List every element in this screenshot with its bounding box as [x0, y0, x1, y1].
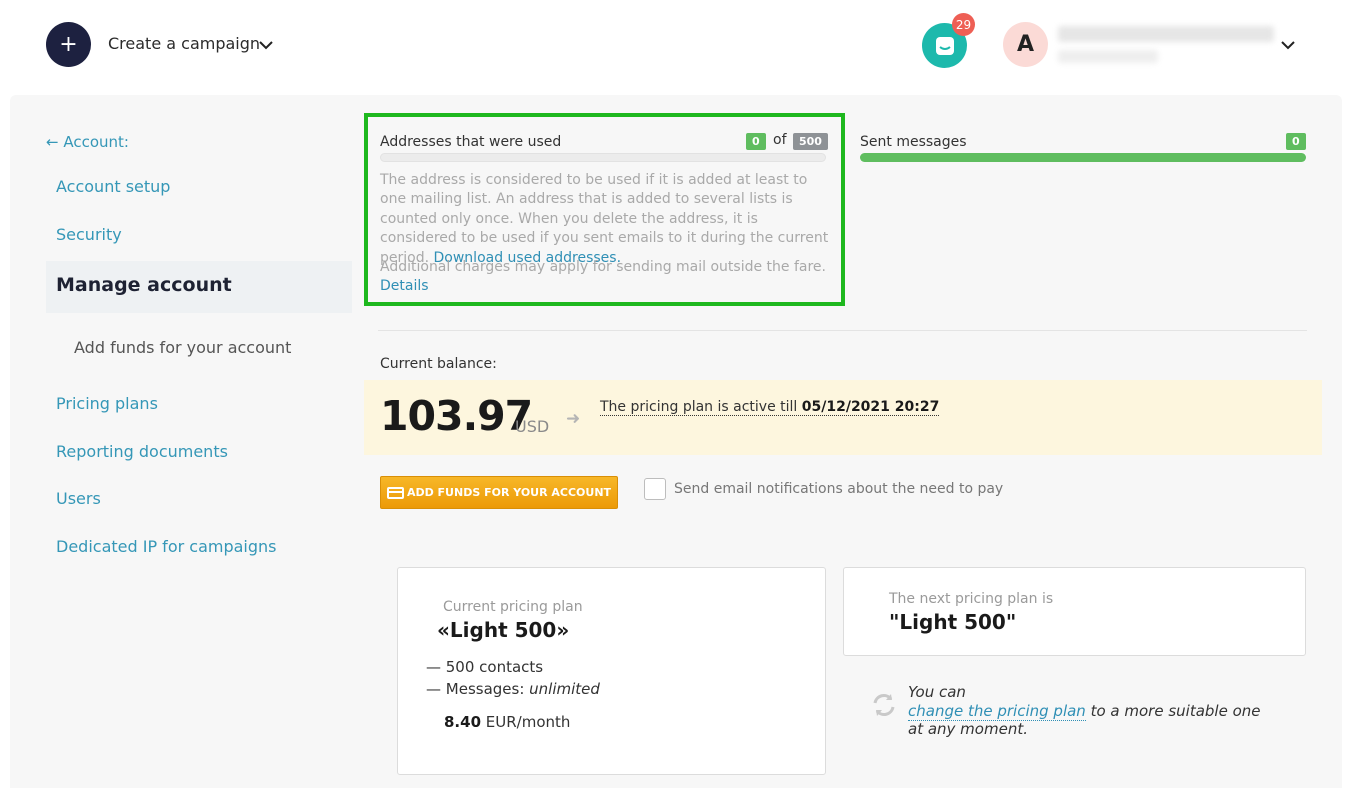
next-plan-name: "Light 500" [889, 610, 1017, 634]
plan-messages-label: — Messages: [426, 680, 525, 698]
chat-icon [935, 36, 954, 55]
next-plan-label: The next pricing plan is [889, 591, 1054, 607]
of-label: of [773, 132, 787, 148]
user-id-blurred [1058, 50, 1158, 63]
divider [378, 330, 1307, 331]
sent-messages-label: Sent messages [860, 134, 967, 150]
add-funds-label: ADD FUNDS FOR YOUR ACCOUNT [406, 486, 612, 499]
notify-label[interactable]: Send email notifications about the need … [674, 481, 1003, 497]
charges-text: Additional charges may apply for sending… [380, 258, 835, 297]
sidebar-item-pricing-plans[interactable]: Pricing plans [56, 394, 158, 413]
add-funds-button[interactable]: ADD FUNDS FOR YOUR ACCOUNT [380, 476, 618, 509]
avatar[interactable]: A [1003, 22, 1048, 67]
plan-price-value: 8.40 [444, 713, 482, 731]
plan-active-text: The pricing plan is active till [600, 399, 798, 415]
plan-messages: — Messages: unlimited [426, 680, 600, 698]
create-campaign-button[interactable]: + [46, 22, 91, 67]
change-plan-text: You can change the pricing plan to a mor… [908, 683, 1268, 739]
balance-amount: 103.97 [380, 392, 533, 440]
chevron-down-icon[interactable] [258, 37, 274, 53]
plan-contacts: — 500 contacts [426, 658, 544, 676]
sidebar-item-users[interactable]: Users [56, 489, 101, 508]
sent-messages-bar [860, 153, 1306, 162]
plan-active-date: 05/12/2021 20:27 [801, 399, 940, 415]
sidebar-item-label: Manage account [56, 274, 232, 296]
change-pricing-plan-link[interactable]: change the pricing plan [908, 701, 1086, 721]
plus-icon: + [59, 32, 78, 57]
change-prefix: You can [908, 683, 966, 701]
refresh-icon [873, 694, 895, 716]
addresses-limit: 500 [793, 133, 828, 150]
create-campaign-label[interactable]: Create a campaign [108, 34, 260, 53]
credit-card-icon [386, 486, 404, 499]
addresses-used-count: 0 [746, 133, 766, 150]
current-balance-label: Current balance: [380, 356, 497, 372]
current-plan-label: Current pricing plan [443, 599, 583, 615]
sidebar-item-reporting-documents[interactable]: Reporting documents [56, 442, 228, 461]
sidebar-item-dedicated-ip[interactable]: Dedicated IP for campaigns [56, 537, 277, 556]
balance-currency: USD [515, 417, 550, 436]
sent-messages-count: 0 [1286, 133, 1306, 150]
addresses-used-label: Addresses that were used [380, 134, 562, 150]
sidebar-item-add-funds[interactable]: Add funds for your account [74, 338, 291, 357]
charges-note: Additional charges may apply for sending… [380, 259, 826, 275]
sidebar-item-manage-account[interactable]: Manage account [46, 261, 352, 313]
user-menu-chevron-icon[interactable] [1280, 37, 1296, 53]
addresses-help-text: The address is considered to be used if … [380, 171, 835, 268]
plan-price-unit: EUR/month [485, 713, 571, 731]
notification-badge: 29 [952, 13, 975, 36]
current-plan-name: «Light 500» [437, 618, 570, 642]
sidebar-item-account-setup[interactable]: Account setup [56, 177, 170, 196]
plan-active-till[interactable]: The pricing plan is active till 05/12/20… [600, 399, 940, 416]
notify-checkbox[interactable] [644, 478, 666, 500]
addresses-progress-bar [380, 153, 826, 162]
plan-messages-value: unlimited [529, 680, 600, 698]
plan-price: 8.40 EUR/month [444, 713, 570, 731]
details-link[interactable]: Details [380, 278, 429, 294]
user-email-blurred [1058, 26, 1274, 42]
sidebar-item-security[interactable]: Security [56, 225, 122, 244]
arrow-right-icon: ➜ [566, 409, 581, 429]
top-bar: + Create a campaign 29 A [0, 0, 1352, 90]
sidebar-back-link[interactable]: ← Account: [46, 133, 129, 151]
